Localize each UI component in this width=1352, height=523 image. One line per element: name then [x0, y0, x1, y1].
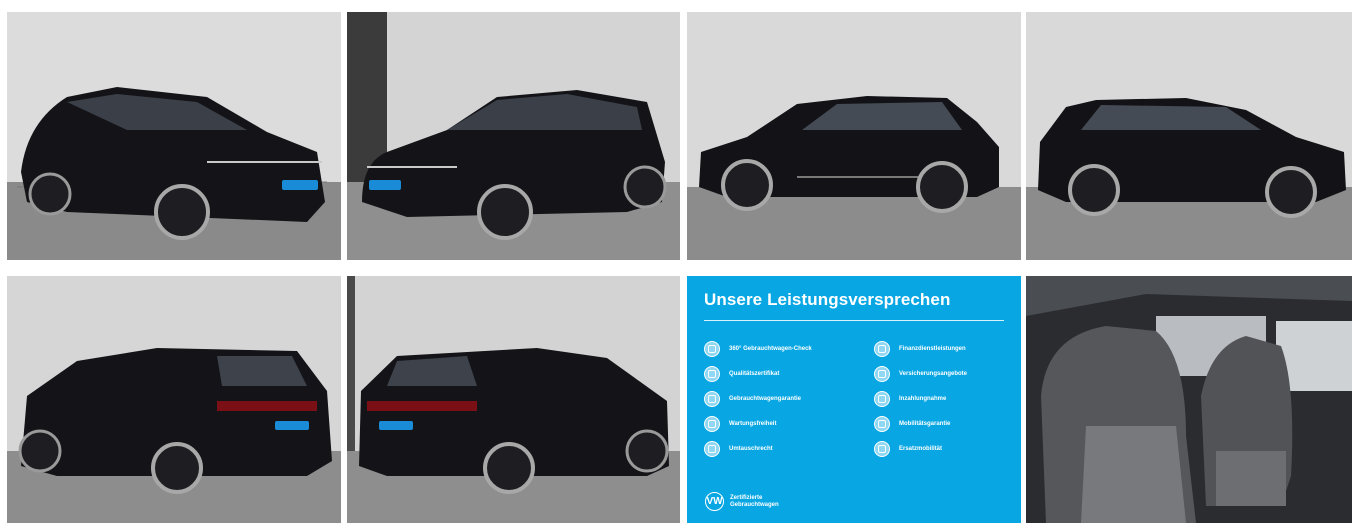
promise-item: Ersatzmobilität [874, 440, 1004, 458]
finance-icon [874, 341, 890, 357]
promise-item-label: Inzahlungnahme [899, 396, 947, 402]
promise-item: Mobilitätsgarantie [874, 415, 1004, 433]
promise-item-label: Versicherungsangebote [899, 371, 968, 377]
divider [704, 320, 1004, 321]
promise-item: Gebrauchtwagengarantie [704, 390, 874, 408]
promise-item-label: Wartungsfreiheit [729, 421, 777, 427]
car-photo [1026, 12, 1352, 260]
promise-title: Unsere Leistungsversprechen [704, 290, 951, 309]
car-photo [347, 276, 680, 523]
car-icon [874, 416, 890, 432]
promise-item: 360° Gebrauchtwagen-Check [704, 340, 874, 358]
promise-panel: Unsere Leistungsversprechen 360° Gebrauc… [687, 276, 1021, 523]
badge-text: Zertifizierte Gebrauchtwagen [730, 495, 779, 509]
promise-item: Wartungsfreiheit [704, 415, 874, 433]
photo-front-right[interactable] [347, 12, 680, 260]
wrench-icon [704, 416, 720, 432]
photo-side-right[interactable] [1026, 12, 1352, 260]
promise-item-label: 360° Gebrauchtwagen-Check [729, 346, 812, 352]
check-icon [704, 341, 720, 357]
shield-icon [704, 391, 720, 407]
badge-line-2: Gebrauchtwagen [730, 501, 779, 508]
promise-list: 360° Gebrauchtwagen-Check Finanzdienstle… [704, 340, 1004, 458]
promise-item-label: Mobilitätsgarantie [899, 421, 951, 427]
promise-item: Finanzdienstleistungen [874, 340, 1004, 358]
car-photo [7, 276, 341, 523]
photo-front-left[interactable] [7, 12, 341, 260]
car-photo [7, 12, 341, 260]
promise-item-label: Umtauschrecht [729, 446, 773, 452]
car-photo [347, 12, 680, 260]
photo-interior-seats[interactable] [1026, 276, 1352, 523]
promise-item: Inzahlungnahme [874, 390, 1004, 408]
promise-item: Versicherungsangebote [874, 365, 1004, 383]
promise-item: Umtauschrecht [704, 440, 874, 458]
photo-rear-right[interactable] [347, 276, 680, 523]
promise-item-label: Finanzdienstleistungen [899, 346, 966, 352]
trade-in-icon [874, 391, 890, 407]
promise-item-label: Qualitätszertifikat [729, 371, 780, 377]
car-photo [687, 12, 1021, 260]
certified-badge: VW Zertifizierte Gebrauchtwagen [705, 492, 779, 511]
promise-item-label: Gebrauchtwagengarantie [729, 396, 802, 402]
promise-item: Qualitätszertifikat [704, 365, 874, 383]
promise-item-label: Ersatzmobilität [899, 446, 943, 452]
certificate-icon [704, 366, 720, 382]
vw-logo-icon: VW [705, 492, 724, 511]
insurance-icon [874, 366, 890, 382]
replacement-car-icon [874, 441, 890, 457]
photo-rear-left[interactable] [7, 276, 341, 523]
photo-side-left[interactable] [687, 12, 1021, 260]
badge-line-1: Zertifizierte [730, 494, 763, 501]
exchange-icon [704, 441, 720, 457]
interior-photo [1026, 276, 1352, 523]
